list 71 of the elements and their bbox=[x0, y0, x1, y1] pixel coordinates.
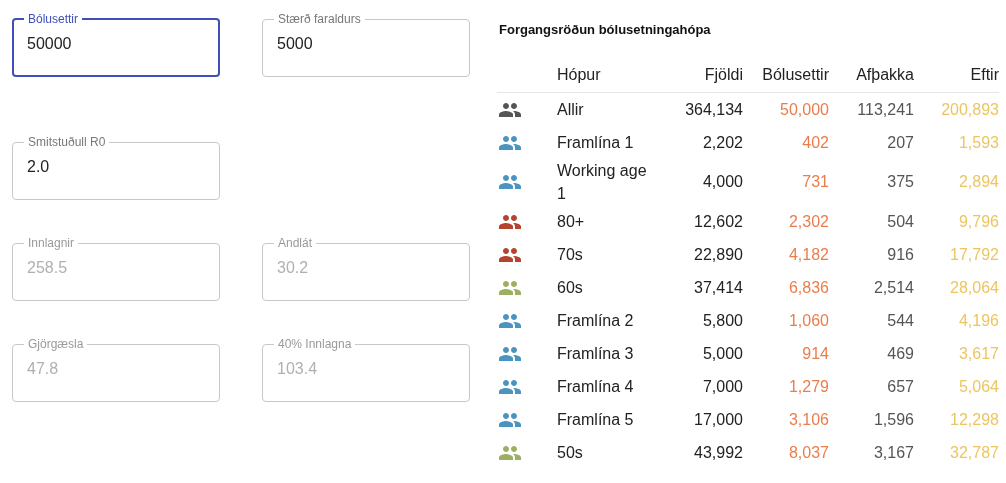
table-cell-text: 60s bbox=[557, 278, 584, 298]
field-label: Andlát bbox=[277, 236, 314, 250]
field-label: Smitstuðull R0 bbox=[27, 135, 107, 149]
table-cell: 207 bbox=[829, 126, 914, 159]
table-cell: 113,241 bbox=[829, 92, 914, 126]
table-cell-text: Framlína 3 bbox=[557, 344, 635, 364]
table-cell: 50,000 bbox=[743, 92, 829, 126]
table-cell: 5,064 bbox=[914, 370, 999, 403]
table-cell: 544 bbox=[829, 304, 914, 337]
table-cell-text: 12,602 bbox=[693, 211, 743, 232]
table-cell: 32,787 bbox=[914, 436, 999, 469]
table-cell: 3,106 bbox=[743, 403, 829, 436]
field-label: Innlagnir bbox=[27, 236, 76, 250]
table-cell: 402 bbox=[743, 126, 829, 159]
table-cell-text: 80+ bbox=[557, 212, 586, 232]
column-header: Hópur bbox=[557, 58, 654, 93]
table-cell-text: 7,000 bbox=[701, 376, 743, 397]
field-label: Stærð faraldurs bbox=[277, 12, 362, 26]
table-cell: 28,064 bbox=[914, 271, 999, 304]
input-field[interactable]: Bólusettir 50000 bbox=[12, 12, 220, 77]
table-cell-text: Framlína 5 bbox=[557, 410, 635, 430]
table-cell: 1,060 bbox=[743, 304, 829, 337]
table-cell-text: 17,000 bbox=[693, 409, 743, 430]
field-label: 40% Innlagna bbox=[277, 337, 353, 351]
table-cell-text: Framlína 1 bbox=[557, 133, 635, 153]
table-cell: 4,196 bbox=[914, 304, 999, 337]
table-cell-text: 50s bbox=[557, 443, 584, 463]
table-cell-text: 2,202 bbox=[701, 132, 743, 153]
table-cell: 6,836 bbox=[743, 271, 829, 304]
table-cell: 9,796 bbox=[914, 205, 999, 238]
table-cell: 504 bbox=[829, 205, 914, 238]
table-cell: Allir bbox=[557, 92, 654, 126]
table-cell: 2,302 bbox=[743, 205, 829, 238]
table-cell: 3,617 bbox=[914, 337, 999, 370]
table-cell-text: 5,800 bbox=[701, 310, 743, 331]
table-cell-text: Working age 1 bbox=[557, 161, 648, 204]
table-cell: 657 bbox=[829, 370, 914, 403]
table-cell: 8,037 bbox=[743, 436, 829, 469]
table-cell-text: 5,000 bbox=[701, 343, 743, 364]
table-cell: 731 bbox=[743, 159, 829, 205]
input-field[interactable]: Smitstuðull R0 2.0 bbox=[12, 135, 220, 200]
table-cell-text: Framlína 4 bbox=[557, 377, 635, 397]
table-cell: 2,894 bbox=[914, 159, 999, 205]
table-cell: 1,279 bbox=[743, 370, 829, 403]
table-cell: 914 bbox=[743, 337, 829, 370]
column-header: Eftir bbox=[914, 58, 999, 93]
table-cell: 469 bbox=[829, 337, 914, 370]
table-cell: 1,593 bbox=[914, 126, 999, 159]
table-cell: 2,514 bbox=[829, 271, 914, 304]
table-cell-text: 43,992 bbox=[693, 442, 743, 463]
table-cell: 1,596 bbox=[829, 403, 914, 436]
field-label: Bólusettir bbox=[27, 12, 80, 26]
column-header: Afþakka bbox=[829, 58, 914, 93]
table-cell-text: 22,890 bbox=[693, 244, 743, 265]
table-cell: 200,893 bbox=[914, 92, 999, 126]
table-cell: 375 bbox=[829, 159, 914, 205]
table-cell-text: 70s bbox=[557, 245, 584, 265]
input-field[interactable]: Stærð faraldurs 5000 bbox=[262, 12, 470, 77]
table-cell: 364,134 bbox=[654, 92, 743, 126]
table-title: Forgangsröðun bólusetningahópa bbox=[499, 22, 712, 37]
table-cell: 916 bbox=[829, 238, 914, 271]
table-cell-text: 4,000 bbox=[701, 172, 743, 192]
field-label: Gjörgæsla bbox=[27, 337, 85, 351]
table-cell: 17,792 bbox=[914, 238, 999, 271]
table-cell-text: 37,414 bbox=[693, 277, 743, 298]
table-cell: 3,167 bbox=[829, 436, 914, 469]
column-header: Bólusettir bbox=[743, 58, 829, 93]
table-cell: 12,298 bbox=[914, 403, 999, 436]
table-cell-text: Framlína 2 bbox=[557, 311, 635, 331]
column-header: Fjöldi bbox=[654, 58, 743, 93]
table-cell: 4,182 bbox=[743, 238, 829, 271]
